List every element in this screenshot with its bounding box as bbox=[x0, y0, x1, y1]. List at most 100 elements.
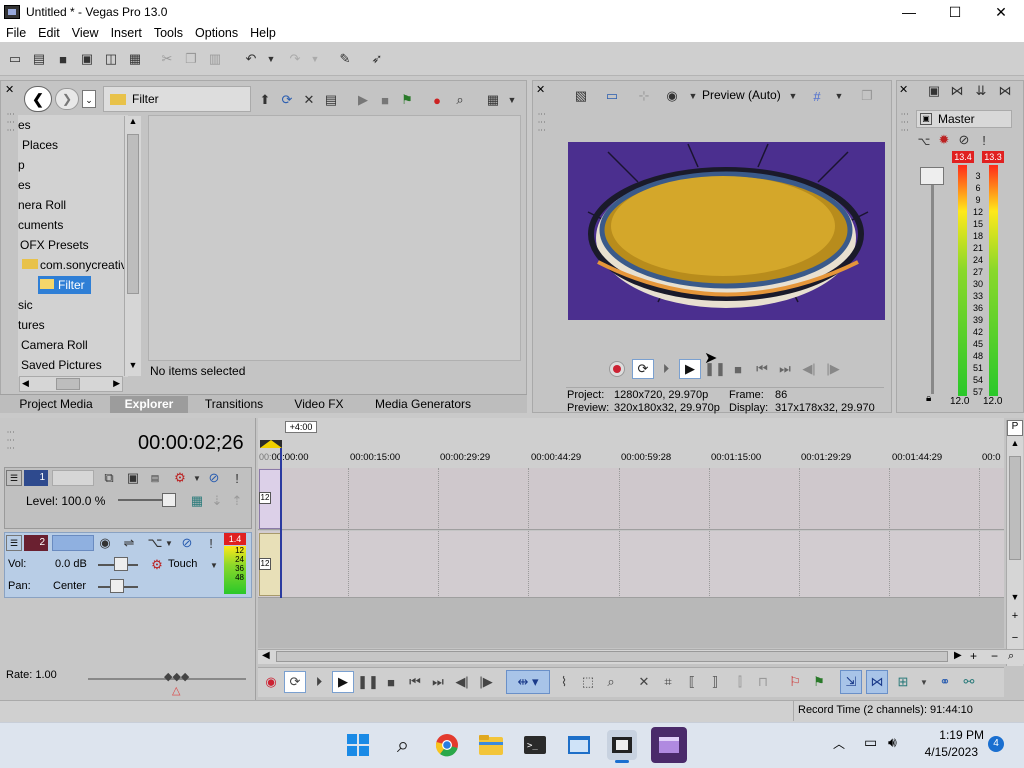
tree-item[interactable]: Places bbox=[18, 135, 128, 155]
automation-mode[interactable]: Touch bbox=[168, 558, 197, 570]
clock-date[interactable]: 4/15/2023 bbox=[914, 745, 978, 759]
refresh-icon[interactable]: ⟳ bbox=[278, 91, 296, 109]
compositing-mode-icon[interactable]: ⧉ bbox=[100, 469, 118, 487]
stop-preview-icon[interactable]: ■ bbox=[376, 91, 394, 109]
rate-center-icon[interactable]: △ bbox=[172, 684, 180, 697]
preview-mode-dropdown-icon[interactable]: ▼ bbox=[784, 87, 802, 105]
tab-project-media[interactable]: Project Media bbox=[14, 396, 98, 413]
pan-slider[interactable] bbox=[110, 579, 124, 593]
split-screen-icon[interactable]: ⊹ bbox=[635, 87, 653, 105]
lock-envelopes-icon[interactable]: ⚭ bbox=[936, 673, 954, 691]
track-menu-icon[interactable]: ☰ bbox=[6, 470, 22, 486]
vegas-taskbar-icon[interactable] bbox=[607, 730, 637, 760]
history-dropdown-icon[interactable]: ⌄ bbox=[82, 90, 96, 108]
lock-icon[interactable]: ⊓ bbox=[754, 673, 772, 691]
split-icon[interactable]: ⫿ bbox=[731, 673, 749, 691]
video-output-fx-icon[interactable]: ▧ bbox=[572, 87, 590, 105]
undo-icon[interactable]: ↶ bbox=[242, 50, 260, 68]
overlays-dropdown-icon[interactable]: ▼ bbox=[830, 87, 848, 105]
views-dropdown-icon[interactable]: ▼ bbox=[503, 91, 521, 109]
scroll-thumb[interactable] bbox=[1009, 456, 1021, 560]
minimize-button[interactable]: — bbox=[886, 0, 932, 24]
ignore-event-grouping-icon[interactable]: ⚯ bbox=[960, 673, 978, 691]
delete-icon[interactable]: ✕ bbox=[300, 91, 318, 109]
master-fader[interactable] bbox=[920, 167, 944, 185]
paste-icon[interactable]: ▥ bbox=[206, 50, 224, 68]
marker-list-icon[interactable]: P bbox=[1007, 420, 1023, 436]
scroll-down-icon[interactable]: ▼ bbox=[125, 360, 141, 376]
fx-chain-icon[interactable]: ⌥ bbox=[915, 132, 933, 150]
tree-item-selected[interactable]: Filter bbox=[18, 275, 128, 295]
play-from-start-icon[interactable]: ⏵ bbox=[310, 673, 328, 691]
panel-close-icon[interactable]: ✕ bbox=[5, 83, 14, 96]
stop-icon[interactable]: ■ bbox=[382, 673, 400, 691]
scroll-down-icon[interactable]: ▼ bbox=[1007, 592, 1023, 606]
tree-vertical-scrollbar[interactable]: ▲ ▼ bbox=[124, 116, 141, 376]
solo-icon[interactable]: ! bbox=[975, 131, 993, 149]
automation-icon[interactable]: ▦ bbox=[188, 492, 206, 510]
new-project-icon[interactable]: ▭ bbox=[6, 50, 24, 68]
master-fx-icon[interactable]: ✹ bbox=[935, 131, 953, 149]
make-compositing-child-icon[interactable]: ▣ bbox=[124, 469, 142, 487]
next-frame-icon[interactable]: |▶ bbox=[824, 360, 842, 378]
clock-time[interactable]: 1:19 PM bbox=[920, 728, 984, 742]
loop-playback-icon[interactable]: ⟳ bbox=[284, 671, 306, 693]
strip-menu-icon[interactable]: ▣ bbox=[920, 113, 932, 125]
video-track-lane[interactable] bbox=[258, 468, 1004, 530]
trim-end-icon[interactable]: ⟧ bbox=[706, 673, 724, 691]
menu-file[interactable]: File bbox=[0, 26, 32, 40]
save-as-icon[interactable]: ▣ bbox=[78, 50, 96, 68]
timeline-grip[interactable]: ⋮⋮⋮ bbox=[6, 428, 15, 452]
auto-preview-icon[interactable]: ⚑ bbox=[398, 91, 416, 109]
menu-insert[interactable]: Insert bbox=[105, 26, 148, 40]
panel-close-icon[interactable]: ✕ bbox=[899, 83, 908, 96]
overlays-grid-icon[interactable]: # bbox=[808, 87, 826, 105]
tree-item[interactable]: nera Roll bbox=[18, 195, 128, 215]
record-icon[interactable]: ◉ bbox=[262, 673, 280, 691]
search-media-icon[interactable]: ⌕ bbox=[451, 91, 469, 109]
tree-item[interactable]: tures bbox=[18, 315, 128, 335]
pause-icon[interactable]: ❚❚ bbox=[357, 673, 379, 691]
menu-edit[interactable]: Edit bbox=[32, 26, 66, 40]
track-fx-icon[interactable]: ⚙ bbox=[171, 469, 189, 487]
solo-icon[interactable]: ! bbox=[228, 469, 246, 487]
close-button[interactable]: ✕ bbox=[978, 0, 1024, 24]
scroll-left-icon[interactable]: ◀ bbox=[22, 378, 29, 389]
record-button[interactable] bbox=[609, 361, 625, 377]
arm-for-record-icon[interactable]: ◉ bbox=[96, 534, 114, 552]
tab-transitions[interactable]: Transitions bbox=[198, 396, 270, 413]
audio-track-lane[interactable] bbox=[258, 531, 1004, 598]
scroll-right-icon[interactable]: ▶ bbox=[954, 650, 962, 661]
zoom-out-icon[interactable]: − bbox=[1007, 632, 1023, 646]
play-icon[interactable]: ▶ bbox=[332, 671, 354, 693]
timeline-empty-area[interactable] bbox=[258, 598, 1004, 648]
tree-item[interactable]: cuments bbox=[18, 215, 128, 235]
go-to-start-icon[interactable]: ⏮ bbox=[406, 673, 424, 691]
level-slider[interactable] bbox=[162, 493, 176, 507]
network-icon[interactable]: ▭ bbox=[864, 734, 877, 751]
solo-icon[interactable]: ! bbox=[202, 534, 220, 552]
timeline-horizontal-scrollbar[interactable]: ◀ ▶ + − ⌕ bbox=[258, 649, 1024, 664]
move-up-icon[interactable]: ⇡ bbox=[228, 492, 246, 510]
save-icon[interactable]: ■ bbox=[54, 50, 72, 68]
address-bar[interactable]: Filter bbox=[103, 86, 251, 112]
normal-edit-tool-icon[interactable]: ⇹ ▾ bbox=[506, 670, 550, 694]
track-fx-dropdown-icon[interactable]: ▼ bbox=[160, 534, 178, 552]
mute-icon[interactable]: ⊘ bbox=[178, 534, 196, 552]
stop-icon[interactable]: ■ bbox=[729, 360, 747, 378]
cut-icon[interactable]: ✂ bbox=[158, 50, 176, 68]
properties-icon[interactable]: ▦ bbox=[126, 50, 144, 68]
go-to-start-icon[interactable]: ⏮ bbox=[753, 360, 771, 378]
search-icon[interactable]: ⌕ bbox=[389, 731, 417, 759]
scroll-up-icon[interactable]: ▲ bbox=[1007, 438, 1023, 454]
start-button[interactable] bbox=[344, 731, 372, 759]
tab-video-fx[interactable]: Video FX bbox=[286, 396, 352, 413]
render-as-icon[interactable]: ◫ bbox=[102, 50, 120, 68]
ripple-edit-icon[interactable]: ⊞ bbox=[894, 673, 912, 691]
track-name-field[interactable] bbox=[52, 535, 94, 551]
menu-tools[interactable]: Tools bbox=[148, 26, 189, 40]
automation-settings-icon[interactable]: ⚙ bbox=[148, 556, 166, 574]
play-icon[interactable]: ▶ bbox=[679, 359, 701, 379]
maximize-button[interactable]: ☐ bbox=[932, 0, 978, 24]
zoom-out-icon[interactable]: − bbox=[991, 649, 998, 663]
